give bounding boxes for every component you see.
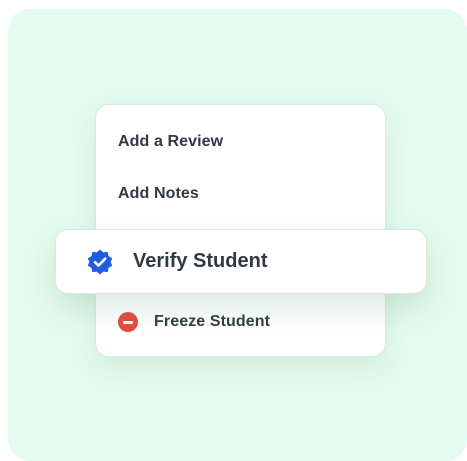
menu-item-verify-student[interactable]: Verify Student bbox=[55, 229, 427, 294]
minus-circle-icon bbox=[118, 312, 138, 332]
menu-item-add-notes[interactable]: Add Notes bbox=[118, 185, 199, 203]
menu-item-label: Add a Review bbox=[118, 133, 224, 150]
stage: Add a Review Add Notes Freeze Student Ve… bbox=[0, 0, 467, 461]
verified-badge-icon bbox=[87, 249, 113, 274]
menu-item-freeze-student[interactable]: Freeze Student bbox=[118, 312, 270, 332]
menu-item-add-review[interactable]: Add a Review bbox=[118, 133, 223, 151]
menu-item-label: Verify Student bbox=[133, 250, 268, 272]
menu-item-label: Add Notes bbox=[118, 185, 199, 202]
menu-item-label: Freeze Student bbox=[154, 313, 271, 330]
